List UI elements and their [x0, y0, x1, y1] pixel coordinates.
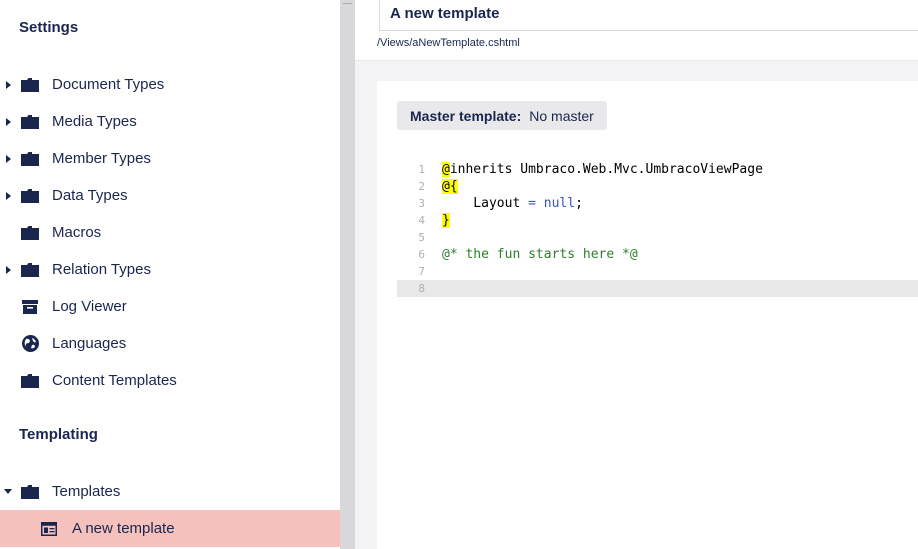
- inherits-directive: inherits Umbraco.Web.Mvc.UmbracoViewPage: [449, 162, 763, 177]
- null-keyword: null: [543, 196, 576, 211]
- tree-item-a-new-template[interactable]: A new template: [0, 510, 340, 547]
- tree-item-languages[interactable]: Languages: [0, 325, 340, 362]
- tree-item-media-types[interactable]: Media Types: [0, 103, 340, 140]
- archive-icon: [21, 299, 39, 315]
- tree-item-label: Macros: [52, 224, 102, 241]
- line-number: 3: [418, 197, 425, 210]
- tree-item-document-types[interactable]: Document Types: [0, 66, 340, 103]
- tree-item-log-viewer[interactable]: Log Viewer: [0, 288, 340, 325]
- tree-item-label: Log Viewer: [52, 298, 127, 315]
- caret-right-icon[interactable]: [6, 191, 11, 200]
- code-line-active[interactable]: 8: [397, 280, 918, 297]
- tree-item-label: Templates: [52, 483, 121, 500]
- tree-item-templates[interactable]: Templates: [0, 473, 340, 510]
- tree-item-label: Member Types: [52, 150, 151, 167]
- line-number: 6: [418, 248, 425, 261]
- code-block-open: @{: [442, 179, 458, 194]
- code-text: Layout = null;: [442, 195, 583, 212]
- folder-icon: [21, 373, 39, 389]
- code-text: @{: [442, 178, 458, 195]
- main-panel: A new template /Views/aNewTemplate.cshtm…: [355, 0, 918, 549]
- master-template-value: No master: [529, 107, 594, 124]
- code-line[interactable]: 4 }: [397, 212, 918, 229]
- folder-icon: [21, 151, 39, 167]
- code-line[interactable]: 1 @inherits Umbraco.Web.Mvc.UmbracoViewP…: [397, 161, 918, 178]
- tree-item-macros[interactable]: Macros: [0, 214, 340, 251]
- tree-item-label: Content Templates: [52, 372, 177, 389]
- tree-item-label: Media Types: [52, 113, 137, 130]
- tree-item-data-types[interactable]: Data Types: [0, 177, 340, 214]
- layout-identifier: Layout: [442, 196, 529, 211]
- tree-item-content-templates[interactable]: Content Templates: [0, 362, 340, 399]
- line-number: 5: [418, 231, 425, 244]
- code-line[interactable]: 6 @* the fun starts here *@: [397, 246, 918, 263]
- code-line[interactable]: 5: [397, 229, 918, 246]
- tree-item-label: Languages: [52, 335, 127, 352]
- code-editor[interactable]: 1 @inherits Umbraco.Web.Mvc.UmbracoViewP…: [397, 161, 918, 297]
- tree-item-member-types[interactable]: Member Types: [0, 140, 340, 177]
- folder-icon: [21, 262, 39, 278]
- line-number: 8: [418, 282, 425, 295]
- settings-section-title: Settings: [19, 19, 79, 36]
- semicolon: ;: [575, 196, 583, 211]
- caret-right-icon[interactable]: [6, 117, 11, 126]
- line-number: 4: [418, 214, 425, 227]
- code-line[interactable]: 2 @{: [397, 178, 918, 195]
- line-number: 7: [418, 265, 425, 278]
- code-text: @inherits Umbraco.Web.Mvc.UmbracoViewPag…: [442, 161, 763, 178]
- tree-item-label: Data Types: [52, 187, 128, 204]
- template-name-field[interactable]: A new template: [379, 0, 918, 31]
- tree-item-label: A new template: [72, 520, 175, 537]
- caret-right-icon[interactable]: [6, 154, 11, 163]
- code-block-close: }: [442, 213, 450, 228]
- folder-icon: [21, 188, 39, 204]
- razor-comment: @* the fun starts here *@: [442, 247, 638, 262]
- tree-item-label: Document Types: [52, 76, 165, 93]
- caret-right-icon[interactable]: [6, 265, 11, 274]
- panel-splitter[interactable]: [340, 0, 355, 549]
- code-line[interactable]: 7: [397, 263, 918, 280]
- tree-item-relation-types[interactable]: Relation Types: [0, 251, 340, 288]
- master-template-label: Master template:: [410, 107, 522, 124]
- template-path: /Views/aNewTemplate.cshtml: [377, 37, 520, 49]
- line-number: 1: [418, 163, 425, 176]
- folder-icon: [21, 484, 39, 500]
- caret-right-icon[interactable]: [6, 80, 11, 89]
- assign-operator: =: [528, 196, 536, 211]
- code-text: }: [442, 212, 450, 229]
- templating-section-title: Templating: [19, 426, 98, 443]
- code-line[interactable]: 3 Layout = null;: [397, 195, 918, 212]
- folder-icon: [21, 225, 39, 241]
- line-number: 2: [418, 180, 425, 193]
- template-name-value: A new template: [390, 5, 500, 22]
- caret-down-icon[interactable]: [4, 489, 12, 494]
- tree-item-label: Relation Types: [52, 261, 151, 278]
- globe-icon: [21, 335, 39, 352]
- folder-icon: [21, 114, 39, 130]
- template-icon: [40, 521, 58, 537]
- razor-at-token: @: [442, 162, 450, 177]
- folder-icon: [21, 77, 39, 93]
- sidebar: Settings Document Types Media Types Memb…: [0, 0, 340, 549]
- splitter-grip[interactable]: [343, 0, 352, 4]
- editor-header: A new template /Views/aNewTemplate.cshtm…: [355, 0, 918, 61]
- master-template-button[interactable]: Master template: No master: [397, 101, 607, 130]
- editor-panel: Master template: No master 1 @inherits U…: [377, 81, 918, 549]
